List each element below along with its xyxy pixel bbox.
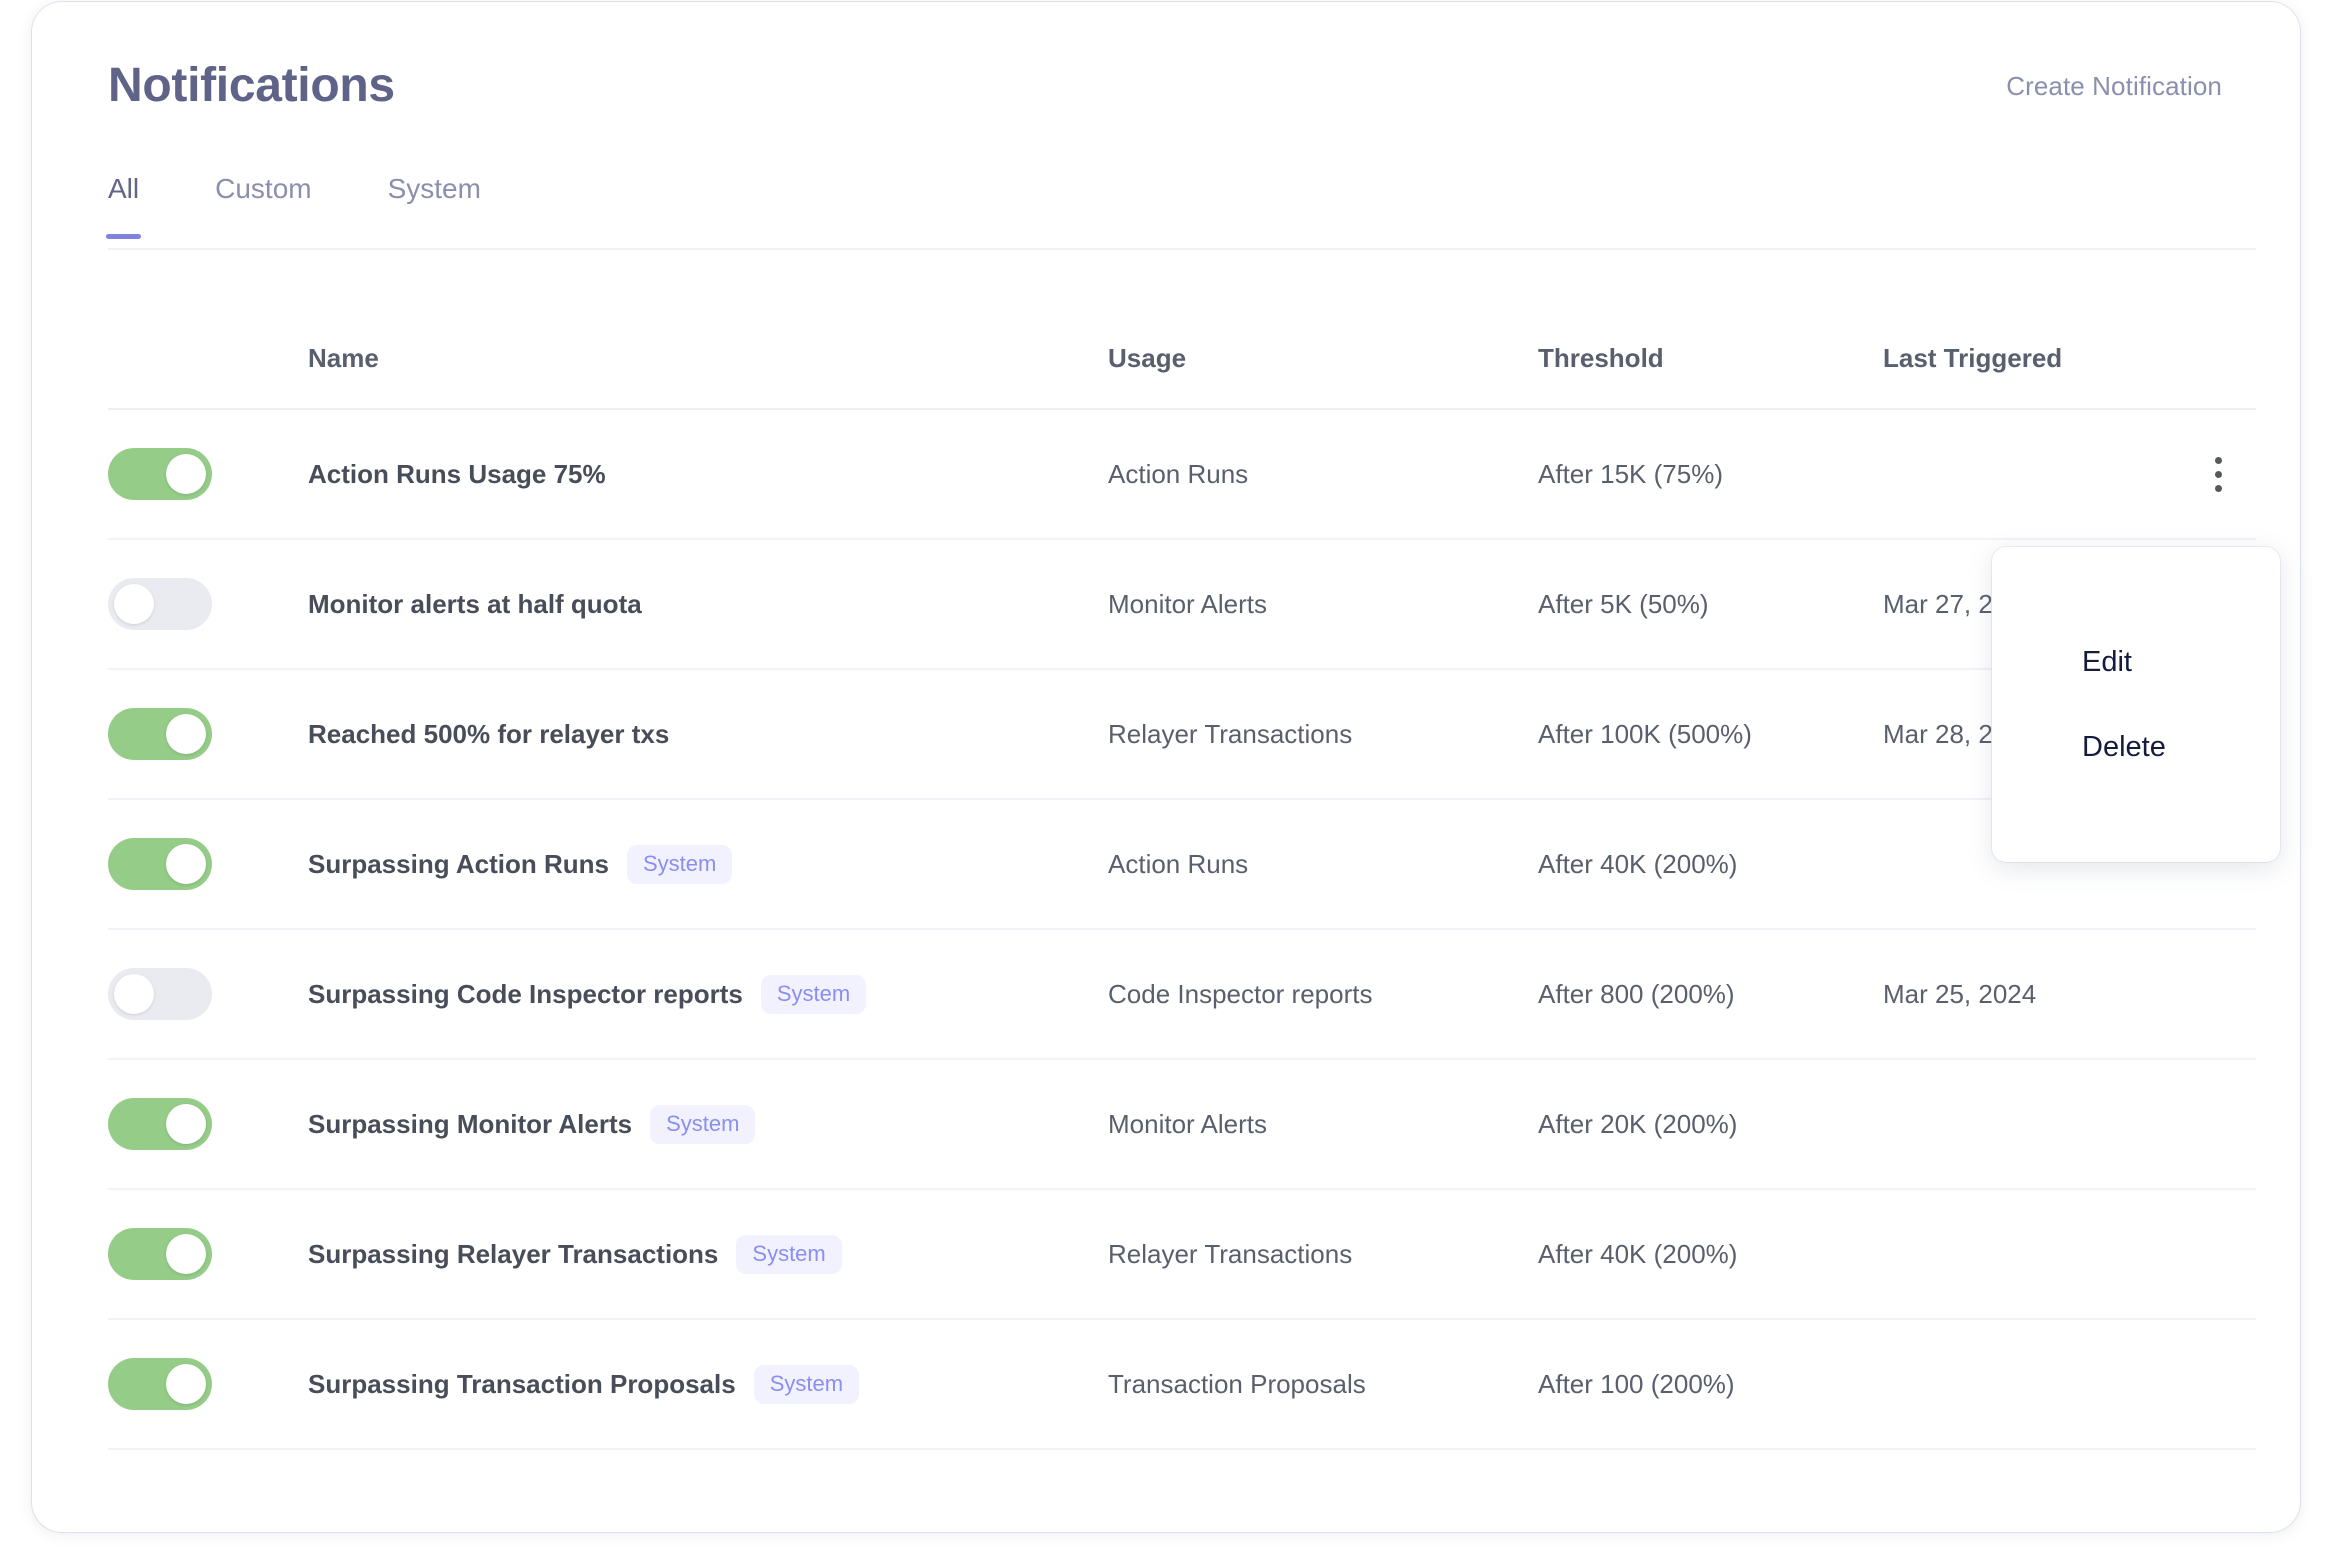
notification-name: Action Runs Usage 75% [308, 458, 606, 489]
usage-value: Code Inspector reports [1108, 978, 1373, 1009]
column-header-last-triggered: Last Triggered [1883, 343, 2063, 373]
threshold-value: After 800 (200%) [1538, 978, 1735, 1009]
table-row: Surpassing Action Runs System Action Runs A… [108, 800, 2256, 930]
notifications-page: Notifications Create Notification All Cus… [0, 0, 2332, 1564]
toggle-knob [166, 454, 206, 494]
notification-name: Reached 500% for relayer txs [308, 718, 670, 749]
enable-toggle[interactable] [108, 1358, 212, 1410]
toggle-knob [166, 844, 206, 884]
notification-name: Monitor alerts at half quota [308, 588, 642, 619]
system-badge: System [626, 844, 733, 884]
toggle-knob [166, 1234, 206, 1274]
menu-dot [2214, 470, 2222, 478]
usage-value: Relayer Transactions [1108, 1238, 1353, 1269]
row-context-menu: Edit Delete [1992, 547, 2280, 862]
threshold-value: After 40K (200%) [1538, 848, 1738, 879]
toggle-knob [166, 714, 206, 754]
table-row: Action Runs Usage 75% Action Runs After 15… [108, 410, 2256, 540]
last-triggered-value: Mar 27, 2 [1883, 588, 1993, 619]
enable-toggle[interactable] [108, 838, 212, 890]
menu-item-edit[interactable]: Edit [2082, 620, 2280, 705]
notification-name: Surpassing Transaction Proposals [308, 1368, 736, 1399]
table-row: Surpassing Monitor Alerts System Monitor A… [108, 1060, 2256, 1190]
table-row: Surpassing Relayer Transactions System Rel… [108, 1190, 2256, 1320]
tab-system[interactable]: System [388, 167, 481, 239]
tab-custom[interactable]: Custom [215, 167, 311, 239]
system-badge: System [736, 1234, 842, 1274]
column-header-name: Name [308, 343, 379, 373]
notifications-table: Name Usage Threshold Last Triggered Acti… [108, 282, 2256, 1450]
usage-value: Relayer Transactions [1108, 718, 1353, 749]
table-row: Surpassing Transaction Proposals System Tr… [108, 1320, 2256, 1450]
usage-value: Monitor Alerts [1108, 588, 1267, 619]
table-header-row: Name Usage Threshold Last Triggered [108, 282, 2256, 410]
page-title: Notifications [108, 59, 395, 112]
menu-item-delete[interactable]: Delete [2082, 705, 2280, 790]
create-notification-button[interactable]: Create Notification [2004, 65, 2224, 108]
toggle-knob [166, 1104, 206, 1144]
system-badge: System [760, 974, 867, 1014]
column-header-threshold: Threshold [1538, 343, 1664, 373]
table-body: Action Runs Usage 75% Action Runs After 15… [108, 410, 2256, 1450]
toggle-knob [114, 584, 154, 624]
threshold-value: After 5K (50%) [1538, 588, 1709, 619]
system-badge: System [650, 1104, 756, 1144]
notification-name: Surpassing Monitor Alerts [308, 1108, 633, 1139]
menu-dot [2214, 456, 2222, 464]
system-badge: System [753, 1364, 860, 1404]
tab-all[interactable]: All [105, 167, 142, 239]
threshold-value: After 40K (200%) [1538, 1238, 1738, 1269]
table-row: Monitor alerts at half quota Monitor Aler… [108, 540, 2256, 670]
card-header: Notifications Create Notification [108, 50, 2224, 122]
threshold-value: After 100K (500%) [1538, 718, 1752, 749]
row-menu-icon[interactable] [2194, 445, 2242, 503]
table-row: Reached 500% for relayer txs Relayer Tran… [108, 670, 2256, 800]
usage-value: Action Runs [1108, 848, 1249, 879]
enable-toggle[interactable] [108, 1098, 212, 1150]
tab-bar-divider [108, 248, 2256, 250]
toggle-knob [166, 1364, 206, 1404]
usage-value: Transaction Proposals [1108, 1368, 1366, 1399]
table-row: Surpassing Code Inspector reports System C… [108, 930, 2256, 1060]
enable-toggle[interactable] [108, 578, 212, 630]
usage-value: Monitor Alerts [1108, 1108, 1267, 1139]
enable-toggle[interactable] [108, 708, 212, 760]
last-triggered-value: Mar 28, 2 [1883, 718, 1993, 749]
toggle-knob [114, 974, 154, 1014]
notification-name: Surpassing Code Inspector reports [308, 978, 743, 1009]
threshold-value: After 20K (200%) [1538, 1108, 1738, 1139]
notifications-card: Notifications Create Notification All Cus… [32, 2, 2300, 1532]
last-triggered-value: Mar 25, 2024 [1883, 978, 2037, 1009]
column-header-usage: Usage [1108, 343, 1187, 373]
notification-name: Surpassing Relayer Transactions [308, 1238, 719, 1269]
enable-toggle[interactable] [108, 968, 212, 1020]
menu-dot [2214, 484, 2222, 492]
tab-bar: All Custom System [105, 167, 2256, 251]
usage-value: Action Runs [1108, 458, 1249, 489]
notification-name: Surpassing Action Runs [308, 848, 609, 879]
enable-toggle[interactable] [108, 448, 212, 500]
threshold-value: After 15K (75%) [1538, 458, 1723, 489]
threshold-value: After 100 (200%) [1538, 1368, 1735, 1399]
enable-toggle[interactable] [108, 1228, 212, 1280]
